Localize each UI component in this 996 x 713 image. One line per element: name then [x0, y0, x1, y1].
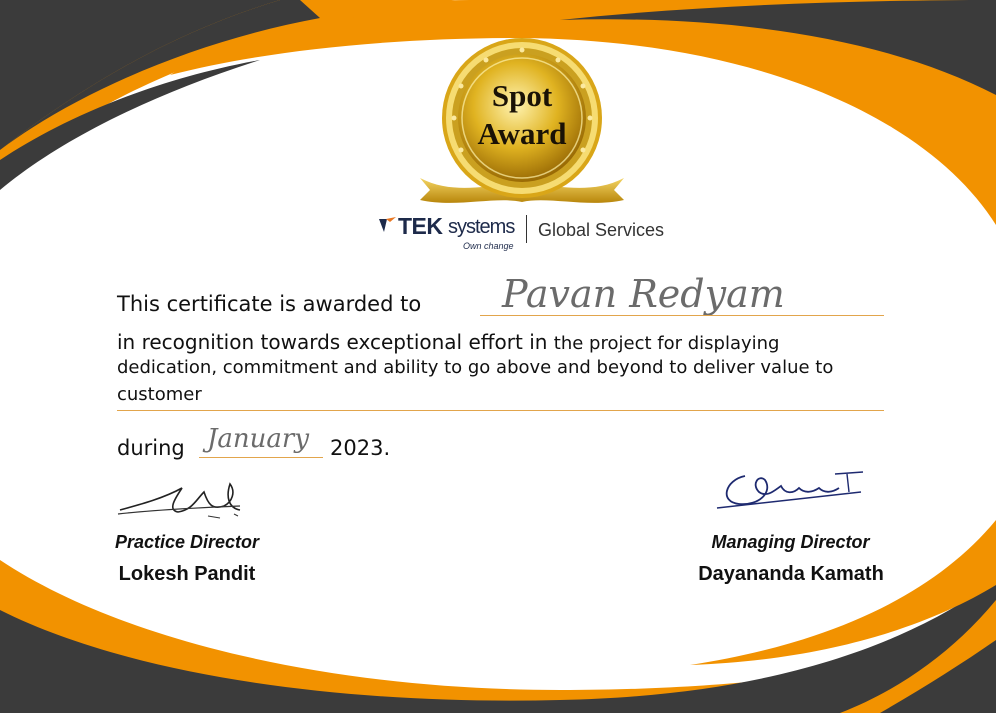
award-year: 2023.: [330, 436, 391, 460]
right-signatory-name: Dayananda Kamath: [698, 563, 884, 585]
recognition-line1: in recognition towards exceptional effor…: [117, 330, 779, 354]
month-underline: [199, 457, 323, 458]
awarded-to-label: This certificate is awarded to: [117, 292, 422, 316]
logo-tagline: Own change: [463, 241, 514, 251]
left-signatory-title: Practice Director: [114, 532, 260, 552]
during-label: during: [117, 436, 185, 460]
logo-brand-light: systems: [448, 216, 515, 238]
recognition-line1-rest: the project for displaying: [553, 333, 780, 354]
recognition-line3: customer: [117, 384, 202, 405]
teksystems-logo: TEK systems Own change Global Services: [378, 213, 678, 253]
award-title-line2: Award: [477, 116, 567, 151]
recognition-line2: dedication, commitment and ability to go…: [117, 357, 834, 378]
award-month: January: [207, 424, 310, 454]
practice-director-signature: [117, 482, 241, 519]
recipient-name: Pavan Redyam: [502, 272, 785, 316]
award-title-line1: Spot: [491, 78, 553, 113]
recognition-prefix: in recognition towards exceptional effor…: [117, 330, 548, 354]
left-signatory-name: Lokesh Pandit: [118, 563, 256, 585]
spot-award-seal: Spot Award: [418, 38, 626, 208]
logo-brand-bold: TEK: [398, 213, 443, 239]
right-signatory-title: Managing Director: [711, 532, 870, 552]
recognition-underline: [117, 410, 884, 411]
managing-director-signature: [716, 471, 864, 509]
recipient-underline: [480, 315, 884, 316]
tek-check-icon: [379, 217, 396, 232]
logo-divider: [526, 215, 527, 243]
logo-division: Global Services: [538, 220, 665, 240]
